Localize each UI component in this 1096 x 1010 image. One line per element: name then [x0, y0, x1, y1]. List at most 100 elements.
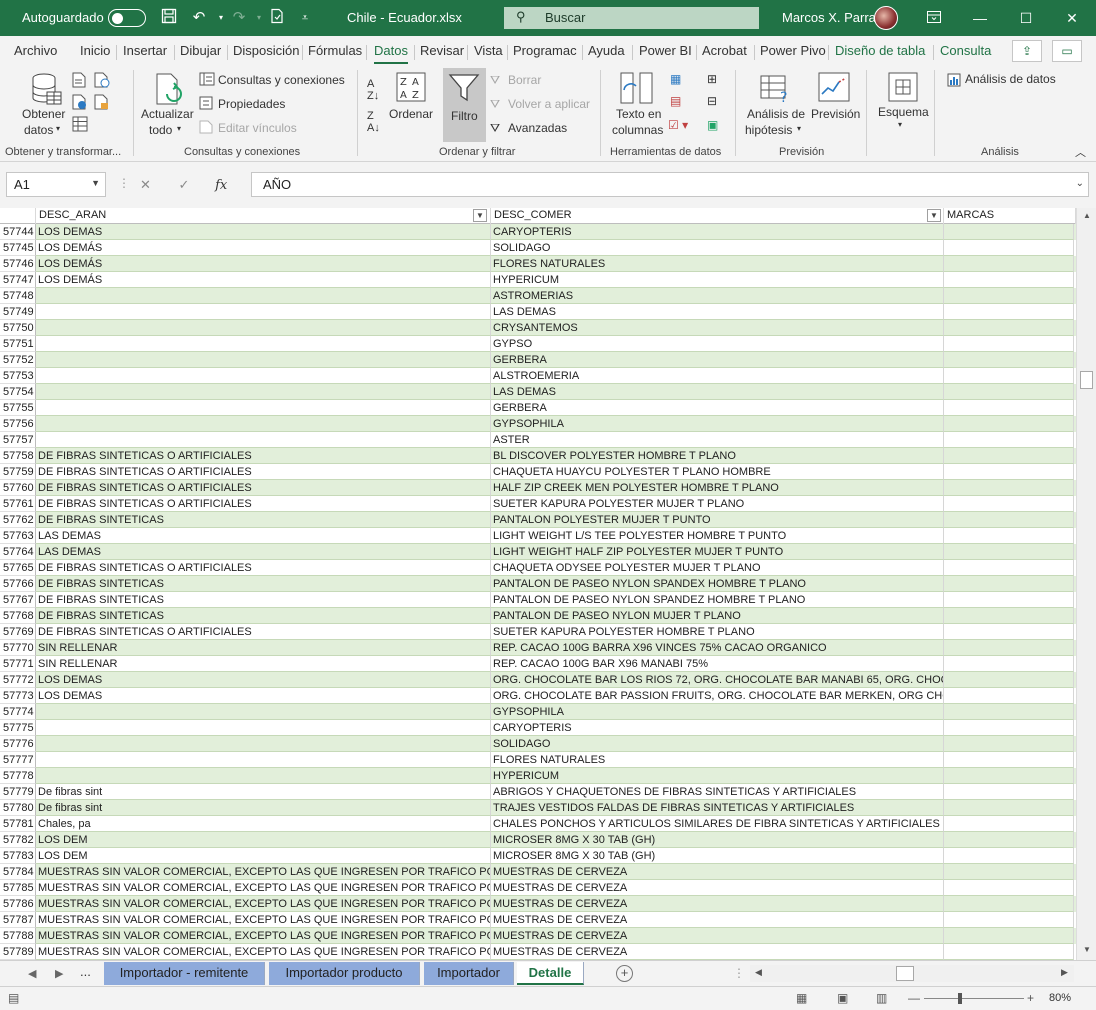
row-number[interactable]: 57744	[0, 224, 36, 240]
row-number[interactable]: 57755	[0, 400, 36, 416]
cell-marcas[interactable]	[944, 800, 1074, 816]
row-number[interactable]: 57756	[0, 416, 36, 432]
cell-marcas[interactable]	[944, 640, 1074, 656]
tab-power-pivot[interactable]: Power Pivo	[760, 43, 826, 58]
customize-toolbar-icon[interactable]: ⩡	[295, 8, 315, 28]
cell-desc-comer[interactable]: MUESTRAS DE CERVEZA	[491, 912, 944, 928]
cancel-icon[interactable]: ✕	[140, 177, 151, 192]
cell-desc-comer[interactable]: GYPSOPHILA	[491, 704, 944, 720]
cell-marcas[interactable]	[944, 688, 1074, 704]
tab-insertar[interactable]: Insertar	[123, 43, 167, 58]
cell-marcas[interactable]	[944, 432, 1074, 448]
cell-desc-aran[interactable]	[36, 416, 491, 432]
cell-desc-aran[interactable]	[36, 400, 491, 416]
cell-desc-aran[interactable]: DE FIBRAS SINTETICAS O ARTIFICIALES	[36, 464, 491, 480]
row-number[interactable]: 57748	[0, 288, 36, 304]
cell-desc-comer[interactable]: REP. CACAO 100G BAR X96 MANABI 75%	[491, 656, 944, 672]
cell-desc-comer[interactable]: MUESTRAS DE CERVEZA	[491, 928, 944, 944]
save-icon[interactable]	[159, 8, 179, 28]
page-break-icon[interactable]: ▥	[876, 991, 887, 1005]
cell-desc-aran[interactable]: DE FIBRAS SINTETICAS	[36, 608, 491, 624]
cell-desc-comer[interactable]: SOLIDAGO	[491, 736, 944, 752]
recent-sources-icon[interactable]	[94, 94, 110, 110]
cell-marcas[interactable]	[944, 768, 1074, 784]
sort-az-icon[interactable]: A Z↓	[367, 78, 379, 102]
avatar[interactable]	[874, 6, 898, 30]
consolidate-icon[interactable]: ⊞	[707, 72, 717, 86]
cell-desc-comer[interactable]: CARYOPTERIS	[491, 224, 944, 240]
header-desc-aran[interactable]: DESC_ARAN ▼	[36, 208, 491, 224]
autosave-toggle[interactable]	[108, 9, 146, 27]
cell-desc-aran[interactable]: DE FIBRAS SINTETICAS	[36, 592, 491, 608]
comments-button[interactable]: ▭	[1052, 40, 1082, 62]
flash-fill-icon[interactable]: ▦	[670, 72, 681, 86]
cell-desc-aran[interactable]: DE FIBRAS SINTETICAS	[36, 576, 491, 592]
insert-function-icon[interactable]: fx	[215, 178, 227, 193]
row-number[interactable]: 57788	[0, 928, 36, 944]
cell-marcas[interactable]	[944, 784, 1074, 800]
cell-desc-aran[interactable]: LOS DEM	[36, 832, 491, 848]
cell-desc-aran[interactable]	[36, 384, 491, 400]
row-number[interactable]: 57779	[0, 784, 36, 800]
cell-marcas[interactable]	[944, 368, 1074, 384]
cell-desc-comer[interactable]: HYPERICUM	[491, 768, 944, 784]
row-number[interactable]: 57778	[0, 768, 36, 784]
cell-desc-comer[interactable]: LIGHT WEIGHT HALF ZIP POLYESTER MUJER T …	[491, 544, 944, 560]
cell-desc-comer[interactable]: SUETER KAPURA POLYESTER MUJER T PLANO	[491, 496, 944, 512]
cell-marcas[interactable]	[944, 864, 1074, 880]
cell-marcas[interactable]	[944, 592, 1074, 608]
zoom-out-icon[interactable]: —	[908, 991, 920, 1005]
row-number[interactable]: 57773	[0, 688, 36, 704]
row-number[interactable]: 57760	[0, 480, 36, 496]
cell-desc-comer[interactable]: TRAJES VESTIDOS FALDAS DE FIBRAS SINTETI…	[491, 800, 944, 816]
cell-desc-aran[interactable]: MUESTRAS SIN VALOR COMERCIAL, EXCEPTO LA…	[36, 912, 491, 928]
from-text-icon[interactable]	[72, 72, 86, 88]
zoom-in-icon[interactable]: +	[1027, 991, 1034, 1005]
cell-desc-comer[interactable]: ABRIGOS Y CHAQUETONES DE FIBRAS SINTETIC…	[491, 784, 944, 800]
data-model-icon[interactable]: ▣	[707, 118, 718, 132]
from-table-icon[interactable]	[72, 94, 88, 110]
cell-desc-aran[interactable]	[36, 368, 491, 384]
remove-duplicates-icon[interactable]: ▤	[670, 94, 681, 108]
cell-marcas[interactable]	[944, 896, 1074, 912]
cell-desc-comer[interactable]: PANTALON DE PASEO NYLON SPANDEZ HOMBRE T…	[491, 592, 944, 608]
cell-desc-comer[interactable]: MICROSER 8MG X 30 TAB (GH)	[491, 848, 944, 864]
row-number[interactable]: 57772	[0, 672, 36, 688]
row-number[interactable]: 57786	[0, 896, 36, 912]
cell-desc-comer[interactable]: CARYOPTERIS	[491, 720, 944, 736]
zoom-slider[interactable]	[924, 998, 1024, 999]
cell-desc-comer[interactable]: MICROSER 8MG X 30 TAB (GH)	[491, 832, 944, 848]
tab-formulas[interactable]: Fórmulas	[308, 43, 362, 58]
cell-desc-aran[interactable]: DE FIBRAS SINTETICAS O ARTIFICIALES	[36, 560, 491, 576]
undo-icon[interactable]: ↶	[189, 8, 209, 28]
sheet-tab-importador[interactable]: Importador	[424, 962, 514, 985]
cell-desc-aran[interactable]: LAS DEMAS	[36, 544, 491, 560]
cell-marcas[interactable]	[944, 624, 1074, 640]
existing-connections-icon[interactable]	[72, 116, 88, 132]
cell-desc-aran[interactable]: LOS DEMÁS	[36, 272, 491, 288]
filtro-button[interactable]: Filtro	[443, 68, 486, 142]
cell-desc-comer[interactable]: SUETER KAPURA POLYESTER HOMBRE T PLANO	[491, 624, 944, 640]
sheet-tab-importador-remitente[interactable]: Importador - remitente	[104, 962, 265, 985]
cell-desc-aran[interactable]: MUESTRAS SIN VALOR COMERCIAL, EXCEPTO LA…	[36, 880, 491, 896]
row-number[interactable]: 57780	[0, 800, 36, 816]
cell-marcas[interactable]	[944, 384, 1074, 400]
row-number[interactable]: 57761	[0, 496, 36, 512]
search-box[interactable]: ⚲ Buscar	[504, 7, 759, 29]
cell-desc-comer[interactable]: GYPSOPHILA	[491, 416, 944, 432]
sheet-tab-detalle[interactable]: Detalle	[517, 962, 584, 985]
tab-disposicion[interactable]: Disposición	[233, 43, 299, 58]
row-number[interactable]: 57759	[0, 464, 36, 480]
scroll-right-icon[interactable]: ▶	[1061, 967, 1068, 978]
cell-marcas[interactable]	[944, 304, 1074, 320]
cell-marcas[interactable]	[944, 608, 1074, 624]
cell-marcas[interactable]	[944, 320, 1074, 336]
cell-marcas[interactable]	[944, 464, 1074, 480]
cell-marcas[interactable]	[944, 448, 1074, 464]
cell-desc-comer[interactable]: MUESTRAS DE CERVEZA	[491, 880, 944, 896]
cell-marcas[interactable]	[944, 912, 1074, 928]
more-sheets-button[interactable]: ...	[80, 964, 91, 979]
cell-marcas[interactable]	[944, 944, 1074, 960]
cell-desc-comer[interactable]: FLORES NATURALES	[491, 256, 944, 272]
row-number[interactable]: 57750	[0, 320, 36, 336]
